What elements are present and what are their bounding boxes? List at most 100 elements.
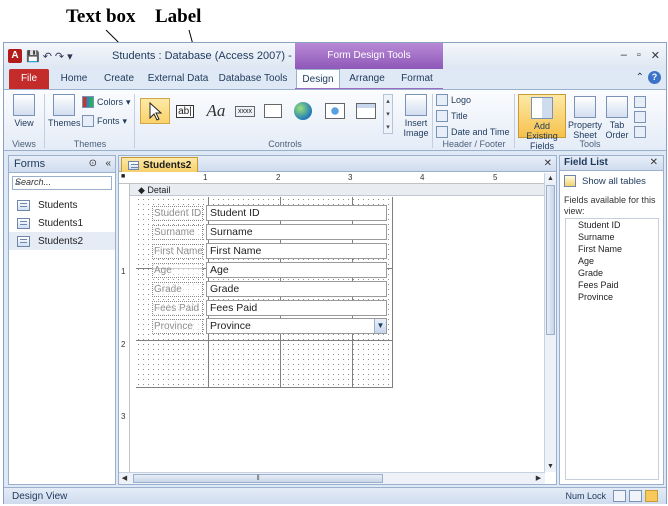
group-label-themes: Themes [73, 139, 107, 149]
undo-icon[interactable]: ↶ [43, 50, 52, 63]
ruler-selector-icon[interactable]: ■ [121, 173, 125, 180]
view-button[interactable]: View [10, 94, 38, 128]
controls-gallery-scroll[interactable]: ▴ ▾ ▾ [383, 94, 393, 134]
label-control[interactable]: Aa [202, 98, 230, 124]
detail-section-bar[interactable]: ◆ Detail [130, 184, 545, 196]
vertical-scrollbar[interactable]: ▲ ▼ [544, 173, 556, 472]
layout-view-icon[interactable] [629, 490, 642, 502]
horizontal-scroll-thumb[interactable]: ⦀ [133, 474, 383, 483]
collapse-ribbon-icon[interactable]: ⌃ [636, 72, 644, 83]
field-item[interactable]: Fees Paid [566, 279, 658, 291]
access-app-icon[interactable]: A [8, 49, 22, 63]
minimize-button[interactable]: – [621, 49, 627, 62]
nav-menu-dropdown-icon[interactable]: ⊙ [89, 158, 97, 169]
tab-file[interactable]: File [9, 69, 49, 89]
select-pointer-control[interactable] [140, 98, 170, 124]
logo-button[interactable]: Logo [436, 94, 471, 106]
form-view-icon[interactable] [613, 490, 626, 502]
view-code-icon[interactable] [634, 111, 646, 123]
tab-external-data[interactable]: External Data [144, 69, 212, 89]
subform-icon[interactable] [634, 96, 646, 108]
combobox-province[interactable]: Province ▼ [206, 318, 387, 334]
chevron-down-icon[interactable]: ▼ [374, 319, 386, 333]
fonts-button[interactable]: Fonts ▾ [82, 115, 127, 127]
scroll-right-icon[interactable]: ▶ [533, 473, 544, 484]
textbox-fees-paid[interactable]: Fees Paid [206, 300, 387, 316]
scroll-left-icon[interactable]: ◀ [119, 473, 130, 484]
title-icon [436, 110, 448, 122]
date-time-button[interactable]: Date and Time [436, 126, 510, 138]
insert-image-button[interactable]: Insert Image [398, 94, 434, 138]
label-province[interactable]: Province [152, 319, 203, 334]
tab-design[interactable]: Design [296, 69, 340, 89]
textbox-control[interactable]: ab| [172, 98, 198, 124]
field-item[interactable]: Grade [566, 267, 658, 279]
field-item[interactable]: First Name [566, 243, 658, 255]
field-item[interactable]: Province [566, 291, 658, 303]
pointer-icon [149, 101, 163, 121]
design-surface[interactable]: ◆ Detail Student ID Student ID Surname S… [130, 184, 545, 472]
nav-item-students2[interactable]: Students2 [9, 232, 115, 250]
form-icon [128, 160, 139, 170]
tab-create[interactable]: Create [98, 69, 140, 89]
tab-arrange[interactable]: Arrange [344, 69, 390, 89]
restore-button[interactable]: ▫ [637, 49, 641, 62]
web-browser-icon [325, 103, 345, 119]
textbox-student-id[interactable]: Student ID [206, 205, 387, 221]
title-button[interactable]: Title [436, 110, 468, 122]
label-icon: Aa [206, 101, 226, 120]
textbox-age[interactable]: Age [206, 262, 387, 278]
field-item[interactable]: Student ID [566, 219, 658, 231]
label-student-id[interactable]: Student ID [152, 206, 203, 221]
tab-order-button[interactable]: Tab Order [604, 96, 630, 140]
colors-button[interactable]: Colors ▾ [82, 96, 131, 108]
label-age[interactable]: Age [152, 263, 203, 278]
close-button[interactable]: ✕ [651, 49, 660, 62]
search-icon[interactable]: ⌕ [15, 177, 109, 188]
navigation-pane: Forms ⊙ « Search... ⌕ Students Students1… [8, 155, 116, 485]
nav-item-students[interactable]: Students [9, 196, 115, 214]
hyperlink-control[interactable] [288, 98, 318, 124]
customize-qat-icon[interactable]: ▾ [67, 50, 73, 63]
scroll-down-icon[interactable]: ▼ [545, 461, 556, 472]
field-item[interactable]: Age [566, 255, 658, 267]
textbox-first-name[interactable]: First Name [206, 243, 387, 259]
tab-database-tools[interactable]: Database Tools [216, 69, 290, 89]
field-item[interactable]: Surname [566, 231, 658, 243]
tab-control[interactable] [260, 98, 286, 124]
design-view-icon[interactable] [645, 490, 658, 502]
property-sheet-button[interactable]: Property Sheet [568, 96, 602, 140]
themes-button[interactable]: Themes [48, 94, 81, 128]
redo-icon[interactable]: ↷ [55, 50, 64, 63]
document-tab-students2[interactable]: Students2 [121, 157, 199, 172]
nav-collapse-icon[interactable]: « [105, 158, 111, 169]
textbox-grade[interactable]: Grade [206, 281, 387, 297]
web-browser-control[interactable] [320, 98, 350, 124]
title-bar: A 💾 ↶ ↷ ▾ Students : Database (Access 20… [4, 43, 666, 69]
button-control[interactable]: xxxx [232, 98, 258, 124]
label-first-name[interactable]: First Name [152, 244, 203, 259]
save-icon[interactable]: 💾 [26, 50, 40, 63]
label-fees-paid[interactable]: Fees Paid [152, 301, 203, 316]
label-surname[interactable]: Surname [152, 225, 203, 240]
add-existing-fields-button[interactable]: Add Existing Fields [518, 94, 566, 151]
close-field-list-icon[interactable]: ✕ [650, 157, 658, 168]
vertical-scroll-thumb[interactable] [546, 185, 555, 335]
horizontal-scrollbar[interactable]: ◀ ⦀ ▶ [119, 472, 545, 484]
textbox-surname[interactable]: Surname [206, 224, 387, 240]
close-document-icon[interactable]: ✕ [544, 158, 552, 169]
context-tab-form-design-tools: Form Design Tools [295, 43, 443, 69]
form-design-document: Students2 ✕ ■ 1 2 3 4 5 1 2 3 ◆ Detail S… [118, 155, 557, 485]
nav-item-students1[interactable]: Students1 [9, 214, 115, 232]
scroll-up-icon[interactable]: ▲ [545, 173, 556, 184]
convert-macros-icon[interactable] [634, 126, 646, 138]
nav-search-input[interactable]: Search... ⌕ [12, 176, 112, 190]
nav-pane-title[interactable]: Forms [14, 158, 45, 170]
annotation-text-box: Text box [66, 6, 136, 27]
tab-home[interactable]: Home [54, 69, 94, 89]
label-grade[interactable]: Grade [152, 282, 203, 297]
show-all-tables-link[interactable]: Show all tables [564, 175, 646, 187]
tab-format[interactable]: Format [396, 69, 438, 89]
navigation-control[interactable] [352, 98, 380, 124]
help-icon[interactable]: ? [648, 71, 661, 84]
